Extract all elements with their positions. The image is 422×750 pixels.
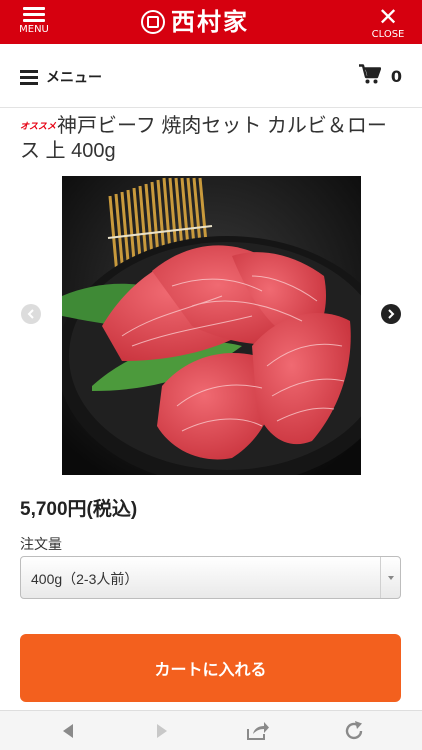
product-title: オススメ神戸ビーフ 焼肉セット カルビ＆ロース 上 400g [20, 114, 405, 164]
gallery-next-button[interactable] [381, 304, 401, 324]
browser-toolbar [0, 710, 422, 750]
close-icon: ✕ [377, 3, 399, 31]
chevron-left-icon [27, 309, 34, 319]
cart-link[interactable]: 0 [358, 64, 402, 88]
share-button[interactable] [245, 720, 271, 742]
reload-button[interactable] [341, 720, 367, 742]
site-menu-toggle[interactable]: メニュー [20, 66, 102, 88]
back-button[interactable] [55, 720, 81, 742]
logo-text: 西村家 [171, 7, 249, 36]
app-header: MENU 西村家 ✕ CLOSE [0, 0, 422, 44]
hamburger-icon [20, 69, 38, 85]
cart-icon [358, 64, 382, 88]
beef-photo [62, 176, 361, 475]
close-button[interactable]: ✕ CLOSE [368, 5, 408, 41]
share-icon [247, 722, 269, 740]
back-arrow-icon [63, 724, 73, 738]
product-title-text: 神戸ビーフ 焼肉セット カルビ＆ロース 上 400g [20, 115, 387, 162]
gallery-prev-button[interactable] [21, 304, 41, 324]
close-button-label: CLOSE [371, 29, 405, 40]
forward-arrow-icon [157, 724, 167, 738]
cart-count: 0 [390, 66, 402, 86]
quantity-select-value: 400g（2-3人前） [31, 571, 139, 587]
add-to-cart-button[interactable]: カートに入れる [20, 634, 401, 702]
chevron-right-icon [388, 309, 395, 319]
menu-button-label: MENU [19, 24, 49, 35]
forward-button[interactable] [149, 720, 175, 742]
quantity-select[interactable]: 400g（2-3人前） [20, 556, 401, 599]
sub-navigation: メニュー 0 [0, 44, 422, 108]
product-image[interactable] [62, 176, 361, 475]
recommended-badge: オススメ [20, 122, 57, 132]
brand-logo[interactable]: 西村家 [141, 7, 249, 37]
chevron-down-icon [380, 557, 400, 598]
menu-button[interactable]: MENU [12, 5, 56, 41]
site-menu-label: メニュー [46, 70, 102, 86]
reload-icon [345, 721, 363, 740]
quantity-label: 注文量 [20, 536, 62, 552]
product-price: 5,700円(税込) [20, 499, 138, 520]
hamburger-icon [23, 7, 45, 22]
logo-seal-icon [141, 10, 165, 34]
